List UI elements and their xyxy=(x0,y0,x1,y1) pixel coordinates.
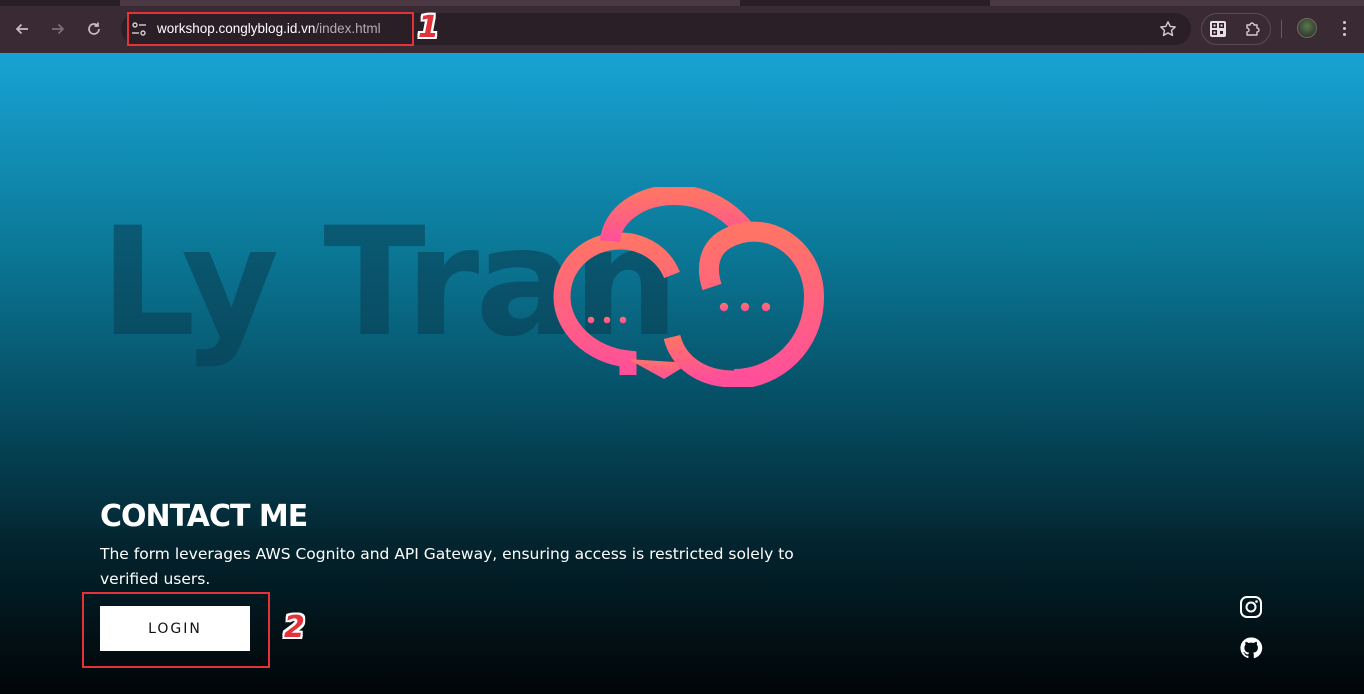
back-arrow-icon[interactable] xyxy=(9,16,35,42)
url-path: /index.html xyxy=(315,21,381,36)
address-bar[interactable]: workshop.conglyblog.id.vn/index.html xyxy=(121,13,1191,45)
page-content: Ly Tran CONTACT ME The form leverages AW… xyxy=(0,53,1364,694)
browser-toolbar: workshop.conglyblog.id.vn/index.html xyxy=(0,0,1364,53)
url-host: workshop.conglyblog.id.vn xyxy=(157,21,316,36)
inactive-tab-edge[interactable] xyxy=(990,0,1364,6)
qr-code-icon[interactable] xyxy=(1207,18,1229,40)
cloud-chat-logo-icon xyxy=(553,187,825,387)
star-icon[interactable] xyxy=(1157,18,1179,40)
profile-avatar[interactable] xyxy=(1297,18,1317,38)
reload-icon[interactable] xyxy=(81,16,107,42)
extension-group xyxy=(1201,13,1271,45)
annotation-label-2: 2 xyxy=(284,610,305,645)
instagram-icon[interactable] xyxy=(1238,594,1264,620)
toolbar-divider xyxy=(1281,20,1282,38)
contact-title: CONTACT ME xyxy=(100,499,308,534)
kebab-menu-icon[interactable] xyxy=(1334,17,1354,39)
annotation-label-1: 1 xyxy=(418,10,439,45)
login-button[interactable]: LOGIN xyxy=(100,606,250,651)
url-text[interactable]: workshop.conglyblog.id.vn/index.html xyxy=(157,21,381,36)
github-icon[interactable] xyxy=(1238,635,1264,661)
forward-arrow-icon[interactable] xyxy=(45,16,71,42)
active-tab-edge[interactable] xyxy=(120,0,740,6)
site-info-icon[interactable] xyxy=(130,20,148,38)
contact-description: The form leverages AWS Cognito and API G… xyxy=(100,545,794,588)
puzzle-icon[interactable] xyxy=(1242,18,1264,40)
